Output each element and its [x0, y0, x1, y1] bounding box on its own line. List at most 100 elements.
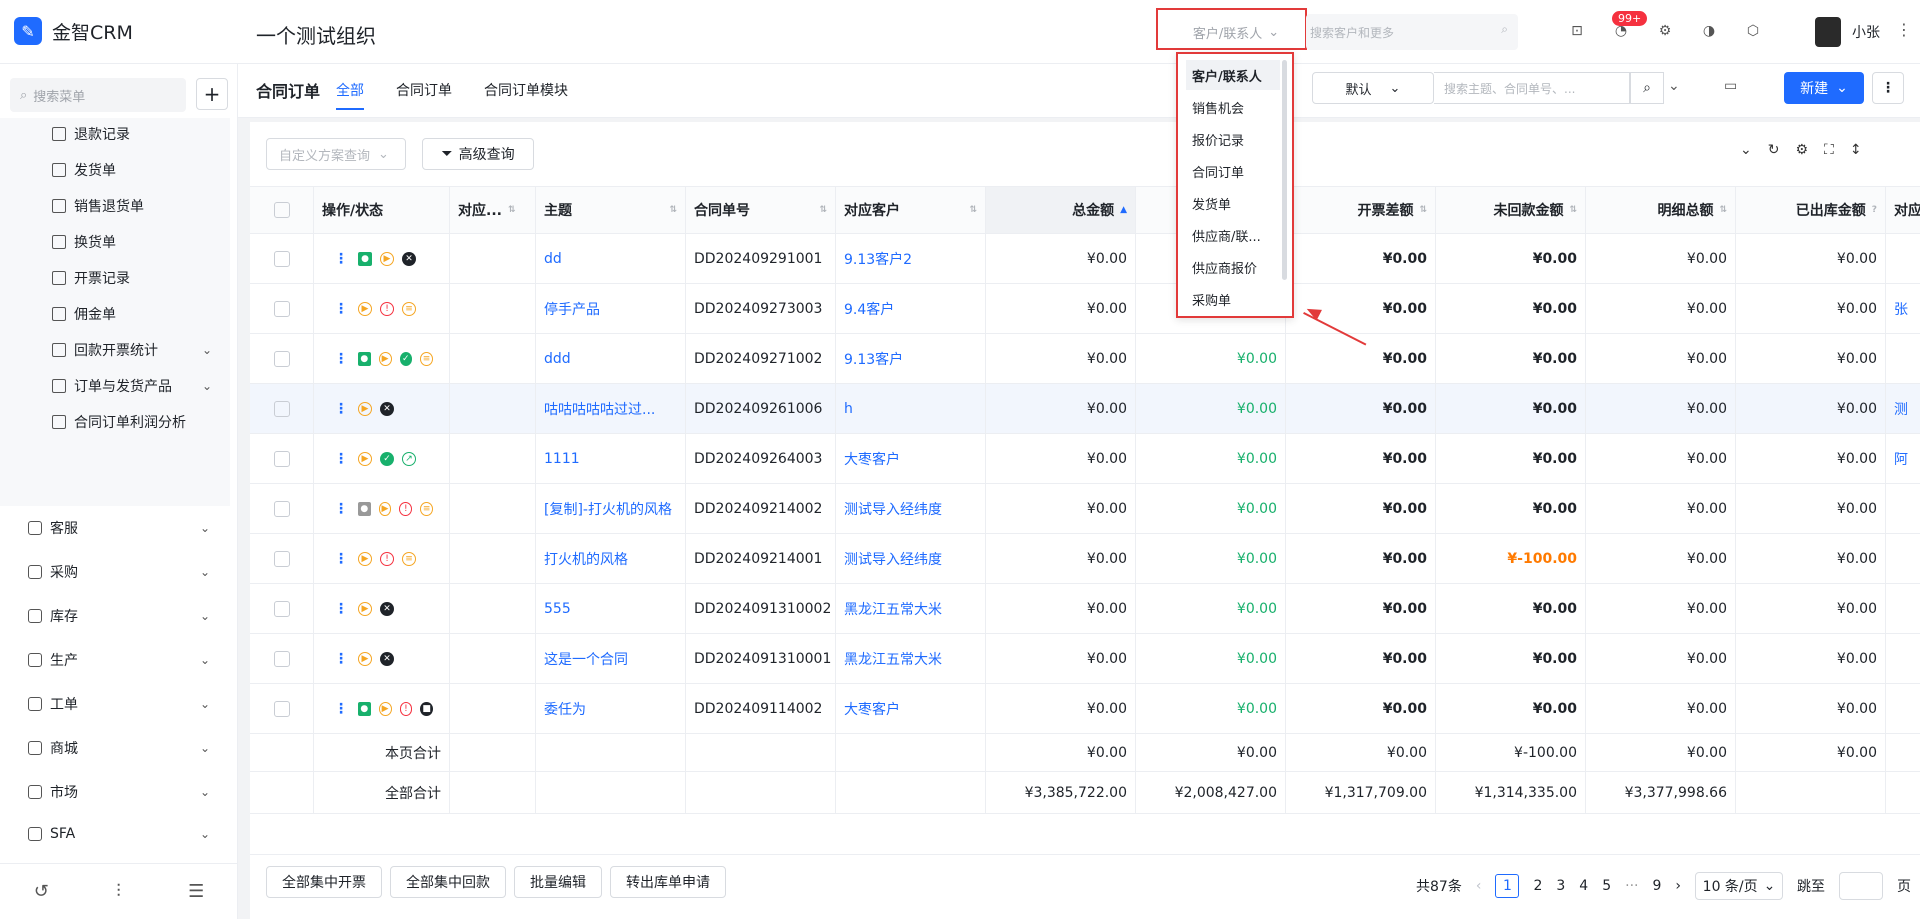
sidebar-item-invoice[interactable]: 开票记录 — [52, 268, 222, 288]
view-select[interactable]: 默认 ⌄ — [1312, 72, 1434, 104]
customer-link[interactable]: 测试导入经纬度 — [844, 549, 942, 569]
sidebar-item-inventory[interactable]: 库存 ⌄ — [28, 606, 210, 626]
table-row[interactable]: ⋮ ● ▶ ✕ dd DD202409291001 9.13客户2 ¥0.00 ¥0.00 ¥0.… — [250, 234, 1920, 284]
person-status-icon[interactable]: ● — [358, 701, 371, 716]
check-status-icon[interactable]: ✓ — [399, 351, 413, 366]
pie-chart-icon[interactable]: ◑ — [1698, 20, 1720, 42]
play-status-icon[interactable]: ▶ — [380, 251, 394, 266]
row-actions-icon[interactable]: ⋮ — [334, 451, 348, 467]
table-row[interactable]: ⋮ ▶ ✕ 555 DD2024091310002 黑龙江五常大米 ¥0.00 ¥0.00 ¥0… — [250, 584, 1920, 634]
subject-cell[interactable]: 这是一个合同 — [536, 634, 686, 683]
select-all-checkbox[interactable] — [273, 202, 290, 218]
batch-payment-button[interactable]: 全部集中回款 — [390, 866, 506, 898]
doc-status-icon[interactable]: ≡ — [402, 551, 416, 566]
page-number[interactable]: 9 — [1652, 878, 1661, 894]
extra-value[interactable]: 张 — [1894, 299, 1908, 319]
x-status-icon[interactable]: ✕ — [380, 601, 394, 616]
row-checkbox[interactable] — [273, 500, 290, 517]
row-checkbox[interactable] — [273, 600, 290, 617]
prev-page-icon[interactable]: ‹ — [1476, 878, 1482, 894]
dropdown-item[interactable]: 客户/联系人 — [1186, 60, 1280, 90]
dropdown-item[interactable]: 报价记录 — [1186, 124, 1280, 154]
gear-icon[interactable]: ⚙ — [1654, 20, 1676, 42]
play-status-icon[interactable]: ▶ — [358, 301, 372, 316]
customer-cell[interactable]: 测试导入经纬度 — [836, 534, 986, 583]
row-actions-icon[interactable]: ⋮ — [334, 351, 348, 367]
row-checkbox[interactable] — [273, 550, 290, 567]
batch-invoice-button[interactable]: 全部集中开票 — [266, 866, 382, 898]
search-button[interactable]: ⌕ — [1630, 72, 1664, 104]
new-button[interactable]: 新建 ⌄ — [1784, 72, 1864, 104]
page-number[interactable]: 2 — [1533, 878, 1542, 894]
record-search-input[interactable]: 搜索主题、合同单号、... — [1434, 72, 1630, 104]
subject-cell[interactable]: 停手产品 — [536, 284, 686, 333]
subject-cell[interactable]: ddd — [536, 334, 686, 383]
customer-link[interactable]: 9.13客户 — [844, 349, 903, 369]
table-row[interactable]: ⋮ ▶ ✕ 咕咕咕咕咕过过... DD202409261006 h ¥0.00 ¥0.00 ¥0… — [250, 384, 1920, 434]
row-actions-icon[interactable]: ⋮ — [334, 251, 348, 267]
row-checkbox[interactable] — [273, 450, 290, 467]
subject-cell[interactable]: dd — [536, 234, 686, 283]
sidebar-item-sfa[interactable]: SFA ⌄ — [28, 826, 210, 842]
sidebar-item-service[interactable]: 客服 ⌄ — [28, 518, 210, 538]
table-row[interactable]: ⋮ ▶ ✓ ↗ 1111 DD202409264003 大枣客户 ¥0.00 ¥0.00 ¥0.0… — [250, 434, 1920, 484]
customer-link[interactable]: 大枣客户 — [844, 449, 900, 469]
subject-link[interactable]: 咕咕咕咕咕过过... — [544, 399, 655, 419]
tab-all[interactable]: 全部 — [336, 80, 364, 100]
play-status-icon[interactable]: ▶ — [378, 501, 392, 516]
refresh-icon[interactable]: ↻ — [1768, 142, 1780, 158]
row-actions-icon[interactable]: ⋮ — [334, 301, 348, 317]
stop-status-icon[interactable]: ■ — [420, 701, 433, 716]
dropdown-scrollbar[interactable] — [1282, 60, 1287, 280]
customer-link[interactable]: 黑龙江五常大米 — [844, 649, 942, 669]
search-icon[interactable]: ⌕ — [1501, 22, 1508, 37]
subject-cell[interactable]: 打火机的风格 — [536, 534, 686, 583]
subject-cell[interactable]: [复制]-打火机的风格 — [536, 484, 686, 533]
customer-cell[interactable]: 大枣客户 — [836, 434, 986, 483]
sidebar-item-market[interactable]: 市场 ⌄ — [28, 782, 210, 802]
customer-link[interactable]: 黑龙江五常大米 — [844, 599, 942, 619]
header-cell[interactable]: 对应 — [1886, 187, 1920, 233]
customer-cell[interactable]: h — [836, 384, 986, 433]
header-cell[interactable]: 已出库金额? — [1736, 187, 1886, 233]
sidebar-item-refund[interactable]: 退款记录 — [52, 124, 222, 144]
subject-link[interactable]: 停手产品 — [544, 299, 600, 319]
doc-status-icon[interactable]: ≡ — [420, 351, 433, 366]
menu-search-input[interactable]: ⌕ 搜索菜单 — [10, 78, 186, 112]
customer-cell[interactable]: 9.13客户2 — [836, 234, 986, 283]
advanced-query-button[interactable]: ⏷ 高级查询 — [422, 138, 534, 170]
dropdown-item[interactable]: 采购单 — [1186, 284, 1280, 314]
share-status-icon[interactable]: ↗ — [402, 451, 416, 466]
play-status-icon[interactable]: ▶ — [358, 651, 372, 666]
row-checkbox[interactable] — [273, 300, 290, 317]
subject-link[interactable]: [复制]-打火机的风格 — [544, 499, 672, 519]
header-cell[interactable]: 对应... ⇅ — [450, 187, 536, 233]
sidebar-item-sales-return[interactable]: 销售退货单 — [52, 196, 222, 216]
customer-cell[interactable]: 大枣客户 — [836, 684, 986, 733]
header-cell[interactable]: 开票差额 ⇅ — [1286, 187, 1436, 233]
fullscreen-icon[interactable]: ⛶ — [1824, 142, 1834, 158]
dropdown-item[interactable]: 供应商/联... — [1186, 220, 1280, 250]
table-row[interactable]: ⋮ ▶! ≡ 停手产品 DD202409273003 9.4客户 ¥0.00 ¥0.00 ¥0.… — [250, 284, 1920, 334]
play-status-icon[interactable]: ▶ — [358, 551, 372, 566]
expand-search-icon[interactable]: ⌄ — [1668, 78, 1680, 94]
person-status-icon[interactable]: ● — [358, 251, 372, 266]
dropdown-item[interactable]: 销售机会 — [1186, 92, 1280, 122]
page-number[interactable]: 4 — [1579, 878, 1588, 894]
table-row[interactable]: ⋮ ▶! ≡ 打火机的风格 DD202409214001 测试导入经纬度 ¥0.00 ¥0.0… — [250, 534, 1920, 584]
doc-status-icon[interactable]: ≡ — [420, 501, 433, 516]
next-page-icon[interactable]: › — [1675, 878, 1681, 894]
header-cell[interactable]: 对应客户 ⇅ — [836, 187, 986, 233]
play-status-icon[interactable]: ▶ — [358, 451, 372, 466]
row-checkbox[interactable] — [273, 700, 290, 717]
header-cell[interactable]: 主题 ⇅ — [536, 187, 686, 233]
play-status-icon[interactable]: ▶ — [378, 351, 392, 366]
alert-status-icon[interactable]: ! — [399, 701, 413, 716]
sidebar-item-delivery[interactable]: 发货单 — [52, 160, 222, 180]
subject-link[interactable]: ddd — [544, 351, 571, 367]
add-menu-button[interactable]: + — [196, 78, 228, 110]
row-actions-icon[interactable]: ⋮ — [334, 651, 348, 667]
person-status-icon[interactable]: ● — [358, 501, 371, 516]
dropdown-item[interactable]: 供应商报价 — [1186, 252, 1280, 282]
play-status-icon[interactable]: ▶ — [378, 701, 392, 716]
